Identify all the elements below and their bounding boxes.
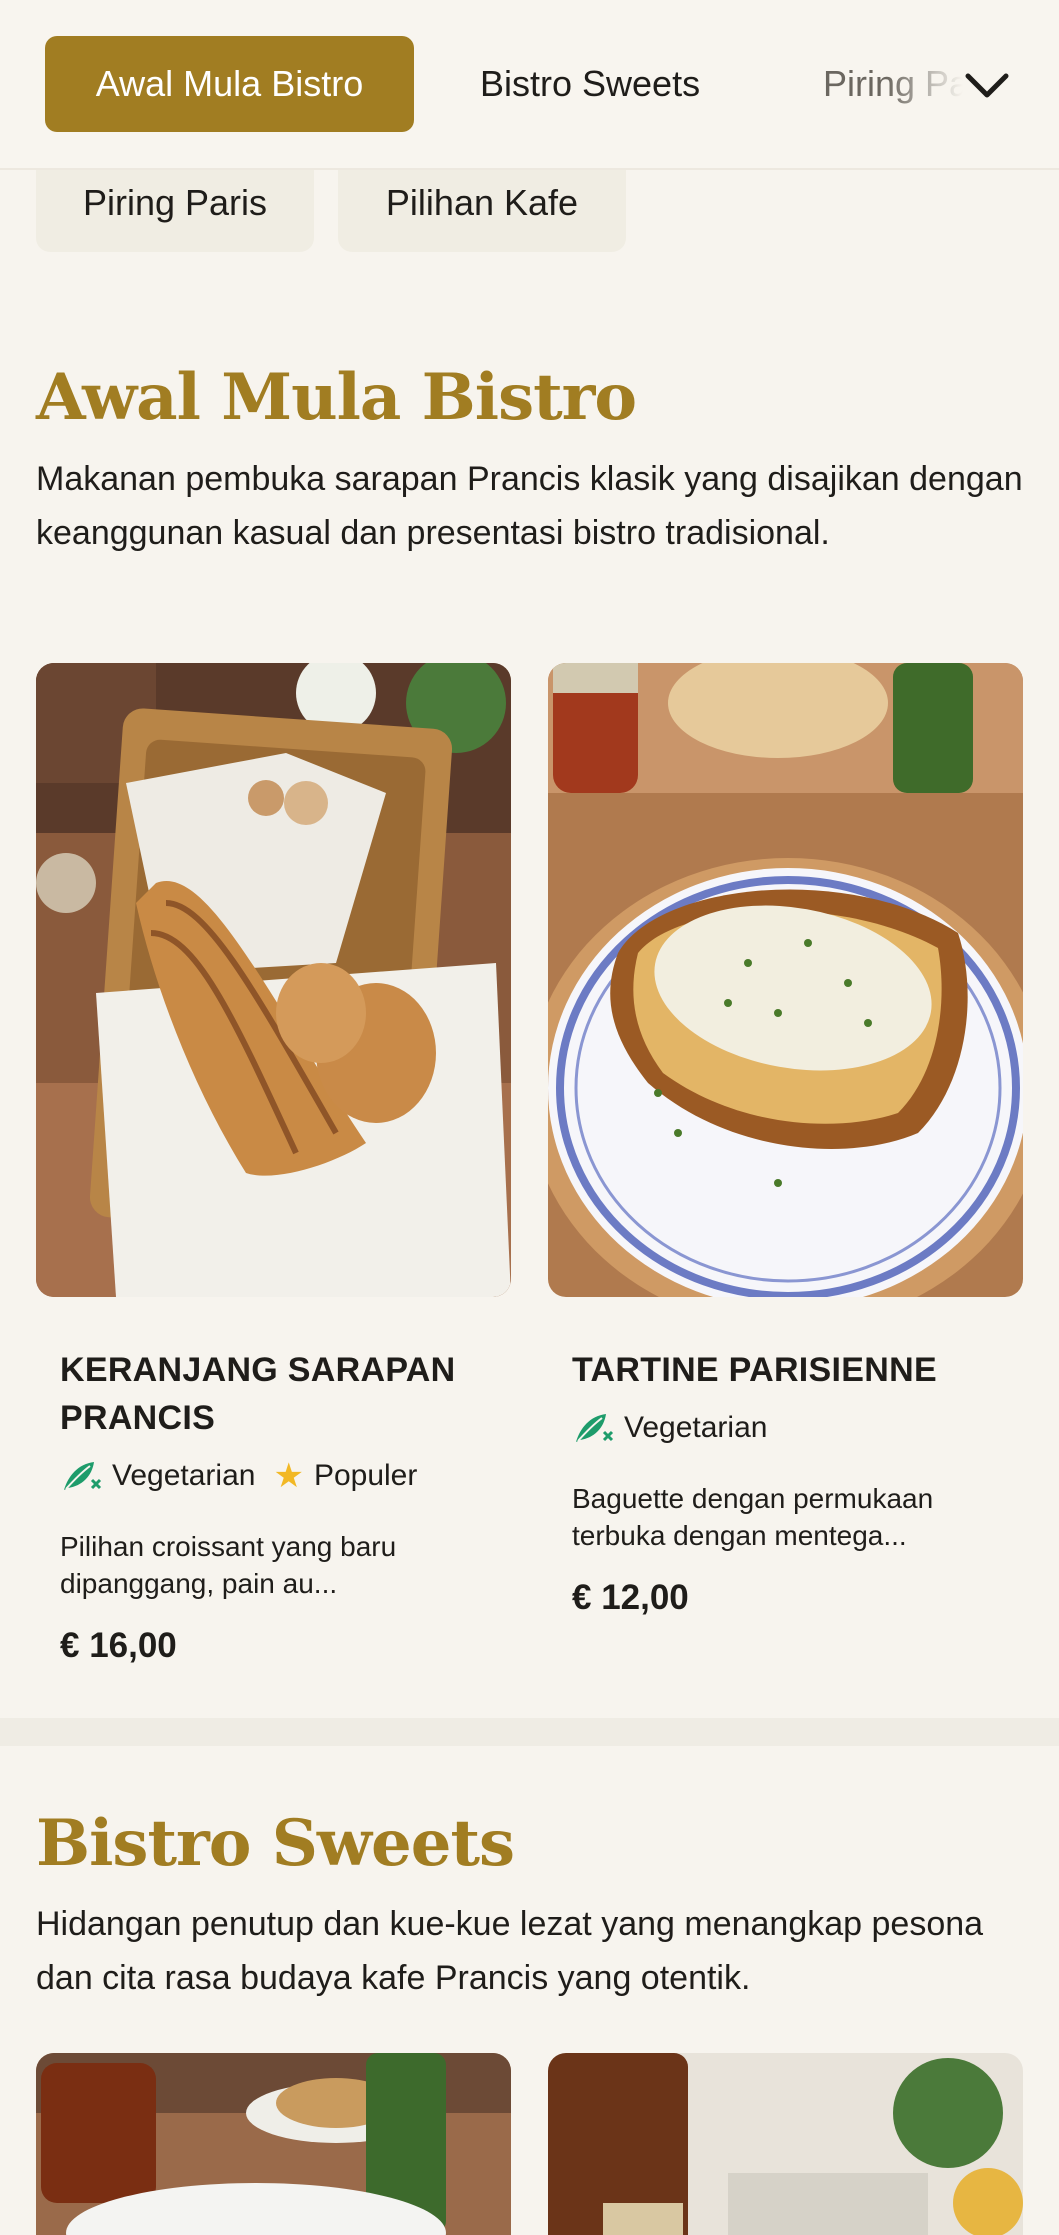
menu-item-photo[interactable] (36, 2053, 511, 2235)
menu-item-photo[interactable] (548, 2053, 1023, 2235)
section-divider (0, 1718, 1059, 1746)
menu-item-price: € 12,00 (572, 1578, 689, 1617)
tab-piring-paris[interactable]: Piring Paris (823, 36, 963, 132)
category-pill-pilihan-kafe[interactable]: Pilihan Kafe (338, 170, 626, 252)
tag-vegetarian-label: Vegetarian (112, 1459, 256, 1492)
tag-populer-label: Populer (313, 1459, 418, 1492)
menu-item-tags: Vegetarian (572, 1408, 767, 1448)
menu-item-photo[interactable] (36, 663, 511, 1297)
tab-awal-mula-bistro[interactable]: Awal Mula Bistro (45, 36, 414, 132)
tab-bistro-sweets[interactable]: Bistro Sweets (480, 36, 700, 132)
star-icon: ★ (273, 1457, 304, 1495)
menu-item-photo[interactable] (548, 663, 1023, 1297)
menu-item-price: € 16,00 (60, 1626, 177, 1665)
category-nav-bar: Awal Mula Bistro Bistro Sweets Piring Pa… (0, 0, 1059, 170)
section-description: Makanan pembuka sarapan Prancis klasik y… (36, 460, 1023, 552)
menu-item-description: Baguette dengan permukaan terbuka dengan… (572, 1483, 934, 1551)
vegetarian-leaf-icon (64, 1462, 102, 1490)
tag-vegetarian-label: Vegetarian (624, 1411, 768, 1444)
menu-item-tags: Vegetarian ★ Populer (60, 1456, 417, 1496)
section-title: Bistro Sweets (36, 1806, 515, 1881)
menu-item-name[interactable]: TARTINE PARISIENNE (572, 1346, 1002, 1394)
menu-item-name[interactable]: KERANJANG SARAPAN PRANCIS (60, 1346, 490, 1442)
category-pill-piring-paris[interactable]: Piring Paris (36, 170, 314, 252)
chevron-down-icon[interactable] (962, 60, 1012, 110)
section-title: Awal Mula Bistro (36, 360, 637, 435)
menu-item-description: Pilihan croissant yang baru dipanggang, … (60, 1531, 397, 1599)
vegetarian-leaf-icon (576, 1414, 614, 1442)
section-description: Hidangan penutup dan kue-kue lezat yang … (36, 1905, 984, 1997)
